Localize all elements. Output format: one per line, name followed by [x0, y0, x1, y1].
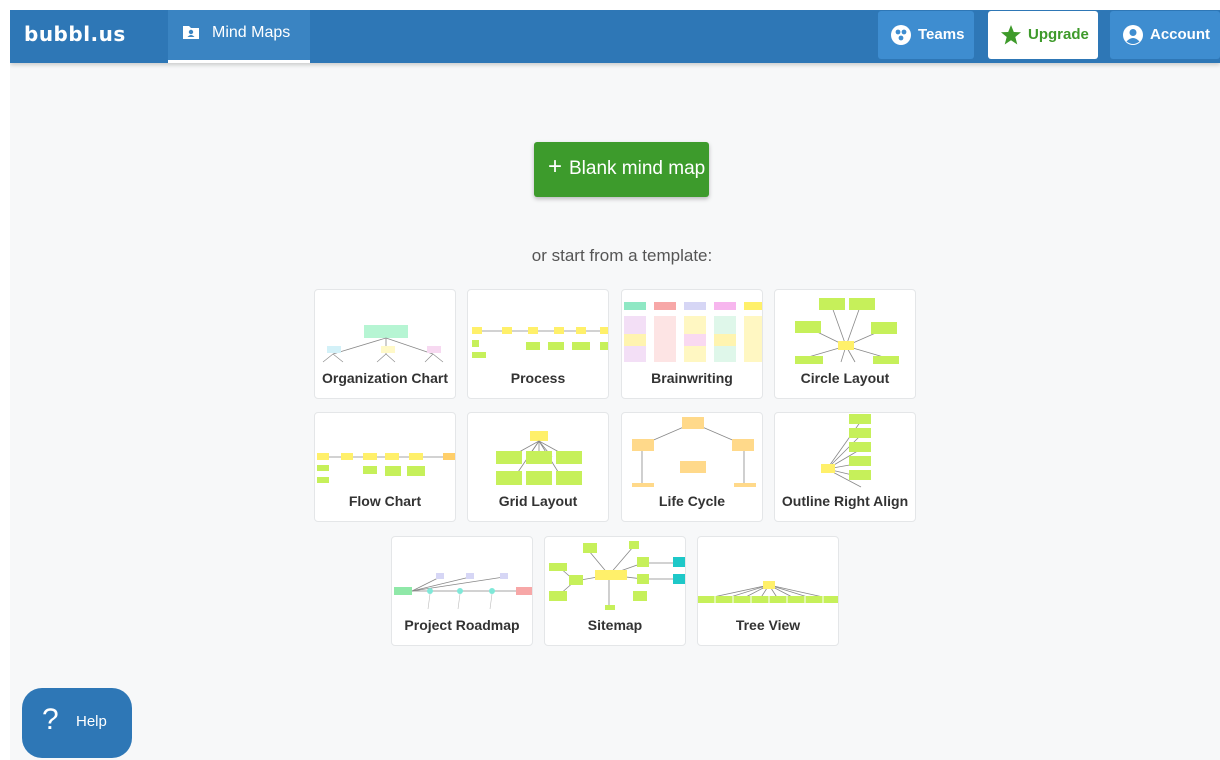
account-button[interactable]: Account [1110, 11, 1220, 59]
outline-right-align-thumbnail [821, 414, 871, 488]
upgrade-label: Upgrade [1028, 26, 1089, 43]
plus-icon: + [548, 153, 563, 180]
tree-view-thumbnail [698, 581, 838, 603]
help-label: Help [76, 713, 107, 730]
account-label: Account [1150, 26, 1210, 43]
template-card-tree-view[interactable]: Tree View [697, 536, 839, 646]
template-card-life-cycle[interactable]: Life Cycle [621, 412, 763, 522]
question-icon: ? [42, 703, 59, 736]
template-label: Project Roadmap [404, 617, 520, 633]
template-label: Flow Chart [348, 493, 422, 509]
template-prompt: or start from a template: [531, 246, 713, 265]
template-label: Brainwriting [651, 370, 733, 386]
app-logo[interactable]: bubbl.us [24, 22, 126, 46]
teams-label: Teams [918, 26, 965, 43]
help-button[interactable]: ? Help [22, 688, 132, 758]
project-roadmap-thumbnail [394, 573, 532, 610]
sitemap-thumbnail [549, 541, 685, 610]
star-icon [1001, 25, 1021, 45]
template-label: Sitemap [587, 617, 643, 633]
tab-mind-maps[interactable]: Mind Maps [168, 10, 310, 63]
life-cycle-thumbnail [632, 417, 756, 487]
blank-mind-map-label: Blank mind map [569, 158, 706, 179]
brainwriting-thumbnail [624, 302, 762, 362]
template-card-flow-chart[interactable]: Flow Chart [314, 412, 456, 522]
template-card-brainwriting[interactable]: Brainwriting [621, 289, 763, 399]
grid-layout-thumbnail [496, 431, 582, 485]
template-label: Outline Right Align [781, 493, 909, 509]
blank-mind-map-button[interactable]: + Blank mind map [534, 142, 709, 197]
template-label: Grid Layout [498, 493, 578, 509]
user-circle-icon [1123, 25, 1143, 45]
teams-button[interactable]: Teams [878, 11, 974, 59]
template-card-process[interactable]: Process [467, 289, 609, 399]
template-label: Circle Layout [800, 370, 890, 386]
upgrade-button[interactable]: Upgrade [988, 11, 1098, 59]
template-label: Process [510, 370, 566, 386]
template-card-outline-right-align[interactable]: Outline Right Align [774, 412, 916, 522]
template-card-project-roadmap[interactable]: Project Roadmap [391, 536, 533, 646]
process-thumbnail [472, 327, 608, 358]
template-label: Organization Chart [321, 370, 448, 386]
folder-user-icon [183, 26, 199, 39]
organization-chart-thumbnail [322, 325, 444, 363]
app-frame: bubbl.us Mind Maps Teams Upgrade Account… [10, 10, 1220, 760]
template-card-grid-layout[interactable]: Grid Layout [467, 412, 609, 522]
template-label: Tree View [735, 617, 801, 633]
tab-label: Mind Maps [212, 24, 291, 41]
template-card-circle-layout[interactable]: Circle Layout [774, 289, 916, 399]
template-card-organization-chart[interactable]: Organization Chart [314, 289, 456, 399]
teams-icon [891, 25, 911, 45]
flow-chart-thumbnail [317, 453, 455, 483]
top-navigation-bar: bubbl.us Mind Maps Teams Upgrade Account [10, 10, 1220, 63]
circle-layout-thumbnail [795, 298, 899, 364]
template-label: Life Cycle [658, 493, 726, 509]
template-card-sitemap[interactable]: Sitemap [544, 536, 686, 646]
